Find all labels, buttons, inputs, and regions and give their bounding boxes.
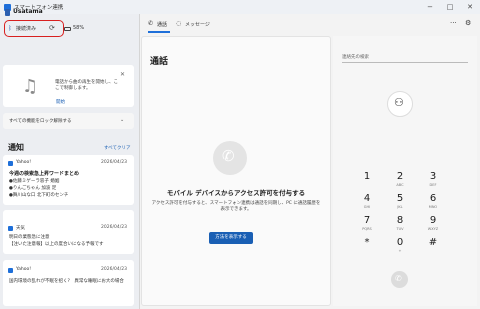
- sync-icon[interactable]: ⟳: [49, 24, 55, 32]
- notification-date: 2026/04/23: [101, 160, 127, 165]
- dial-key-4[interactable]: 4 GHI: [354, 193, 380, 215]
- dial-digit: 0: [396, 237, 404, 248]
- dial-key-8[interactable]: 8 TUV: [387, 215, 413, 237]
- dial-key-5[interactable]: 5 JKL: [387, 193, 413, 215]
- music-note-icon: ♫: [22, 76, 39, 97]
- dial-key-star[interactable]: *: [354, 237, 380, 259]
- dial-digit: 5: [396, 193, 404, 204]
- promo-text: 電話から曲の再生を開始し、ここで制御します。: [55, 80, 118, 91]
- dial-digit: 4: [363, 193, 371, 204]
- smartphone-icon: [5, 9, 10, 16]
- yahoo-app-icon: [8, 161, 13, 166]
- dial-digit: 9: [429, 215, 437, 226]
- chat-icon[interactable]: ◌: [176, 20, 181, 27]
- dial-key-6[interactable]: 6 MNO: [420, 193, 446, 215]
- notification-line: ●舞川山な口 北下町のセンチ: [9, 193, 69, 198]
- phone-name: Usatama: [13, 8, 43, 15]
- notification-card[interactable]: [3, 210, 134, 254]
- dial-letters: +: [398, 249, 402, 253]
- notification-date: 2026/04/23: [101, 225, 127, 230]
- tab-calls[interactable]: 通話: [157, 21, 167, 28]
- dial-letters: JKL: [397, 205, 403, 209]
- dial-letters: ABC: [396, 183, 404, 187]
- person-icon: ⚇: [394, 96, 404, 109]
- phone-icon[interactable]: ✆: [148, 20, 153, 27]
- phone-handset-icon: ✆: [222, 147, 235, 165]
- dial-letters: WXYZ: [427, 227, 439, 231]
- dial-digit: 7: [363, 215, 371, 226]
- dial-key-0[interactable]: 0 +: [387, 237, 413, 259]
- notification-app: 天気: [16, 226, 25, 231]
- dial-key-9[interactable]: 9 WXYZ: [420, 215, 446, 237]
- dial-digit: #: [428, 237, 438, 248]
- notification-line: ●佐藤ミゲーラ容子 婚姻: [9, 179, 60, 184]
- calls-title: 通話: [150, 57, 169, 67]
- notifications-heading: 通知: [8, 143, 24, 152]
- active-tab-indicator: [148, 31, 170, 33]
- dial-letters: GHI: [363, 205, 371, 209]
- notification-date: 2026/04/23: [101, 267, 127, 272]
- weather-app-icon: [8, 226, 13, 231]
- chevron-down-icon[interactable]: ⌄: [120, 117, 124, 123]
- more-options-icon[interactable]: ···: [450, 19, 457, 27]
- dial-digit: 6: [429, 193, 437, 204]
- clear-all-button[interactable]: すべてクリア: [104, 145, 131, 151]
- dial-key-1[interactable]: 1: [354, 171, 380, 193]
- notification-app: Yahoo!: [16, 267, 32, 272]
- unlock-features-label: すべての機能をロック解除する: [9, 119, 72, 124]
- bluetooth-icon: ᛒ: [8, 25, 12, 32]
- phone-call-icon: ✆: [395, 274, 402, 283]
- dial-digit: 2: [396, 171, 404, 182]
- battery-level: 58%: [73, 25, 85, 31]
- dial-digit: 3: [429, 171, 437, 182]
- dial-key-2[interactable]: 2 ABC: [387, 171, 413, 193]
- show-method-button[interactable]: 方法を表示する: [209, 232, 253, 244]
- dial-letters: MNO: [428, 205, 438, 209]
- title-bar: [0, 0, 480, 14]
- connection-status: 接続済み: [16, 26, 37, 32]
- gear-icon[interactable]: ⚙: [465, 19, 471, 27]
- minimize-button[interactable]: −: [423, 1, 437, 13]
- dial-key-7[interactable]: 7 PQRS: [354, 215, 380, 237]
- notification-title: 今週の検索急上昇ワードまとめ: [9, 171, 80, 177]
- close-icon[interactable]: ✕: [120, 71, 125, 78]
- notification-app: Yahoo!: [16, 160, 32, 165]
- permission-body: アクセス許可を付与すると、スマートフォン連携は通話を同期し、PC に通話履歴を表…: [151, 201, 321, 212]
- tab-messages[interactable]: メッセージ: [185, 21, 210, 28]
- dial-key-3[interactable]: 3 DEF: [420, 171, 446, 193]
- dial-digit: *: [364, 237, 370, 248]
- battery-icon: [64, 27, 71, 31]
- dial-key-hash[interactable]: #: [420, 237, 446, 259]
- contact-search-input[interactable]: [342, 52, 468, 63]
- permission-heading: モバイル デバイスからアクセス許可を付与する: [166, 189, 306, 197]
- dial-digit: 1: [363, 171, 371, 182]
- dial-letters: TUV: [396, 227, 404, 231]
- notification-line: ●りんごちゃん 加波 足: [9, 186, 57, 191]
- dial-letters: DEF: [429, 183, 437, 187]
- dial-letters: PQRS: [362, 227, 372, 231]
- notification-line: 明日の業態急に注意: [9, 235, 50, 240]
- notification-line: 国内環境の乱れが不眠を招く? 異常な睡眠にお大の場合: [9, 279, 124, 284]
- maximize-button[interactable]: □: [443, 1, 457, 13]
- notification-line: 【注いた注意報】以上の度合いになる予報です: [9, 242, 104, 247]
- promo-start-link[interactable]: 開始: [56, 99, 65, 105]
- yahoo-app-icon: [8, 268, 13, 273]
- close-button[interactable]: ✕: [463, 1, 477, 13]
- dial-digit: 8: [396, 215, 404, 226]
